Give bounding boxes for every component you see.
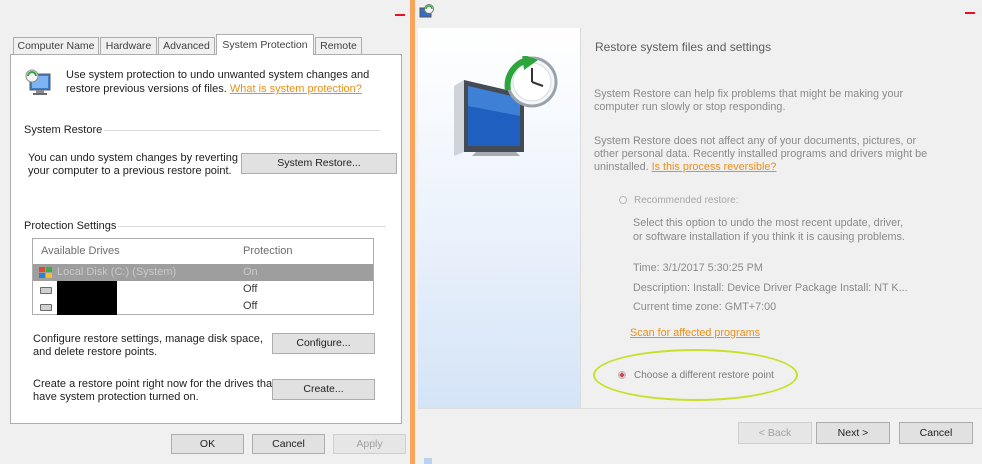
apply-button[interactable]: Apply: [333, 434, 406, 454]
taskbar-fragment: [424, 458, 432, 464]
system-restore-heading: System Restore: [24, 124, 103, 136]
configure-desc-2: and delete restore points.: [33, 346, 158, 358]
intro-paragraph-1b: computer run slowly or stop responding.: [594, 101, 786, 113]
configure-button[interactable]: Configure...: [272, 333, 375, 354]
back-button[interactable]: < Back: [738, 422, 812, 444]
tab-advanced[interactable]: Advanced: [158, 37, 215, 54]
next-button[interactable]: Next >: [816, 422, 890, 444]
scan-affected-programs-link[interactable]: Scan for affected programs: [630, 327, 760, 340]
recommended-restore-radio[interactable]: [619, 196, 627, 204]
system-restore-desc-1: You can undo system changes by reverting: [28, 152, 238, 164]
intro-text-2: restore previous versions of files.: [66, 83, 227, 95]
drive-row[interactable]: Local Disk (C:) (System) On: [33, 264, 373, 281]
intro-text-1: Use system protection to undo unwanted s…: [66, 69, 370, 81]
current-time-zone: Current time zone: GMT+7:00: [633, 301, 777, 313]
cancel-button[interactable]: Cancel: [899, 422, 973, 444]
intro-paragraph-1: System Restore can help fix problems tha…: [594, 88, 904, 100]
protection-settings-heading: Protection Settings: [24, 220, 117, 232]
drive-row[interactable]: Off: [33, 281, 373, 298]
redacted-drive-name: [57, 281, 117, 298]
different-restore-point-label[interactable]: Choose a different restore point: [634, 369, 774, 382]
drive-protection: Off: [243, 283, 258, 295]
tab-computer-name[interactable]: Computer Name: [13, 37, 99, 54]
divider: [118, 226, 386, 227]
tab-remote[interactable]: Remote: [315, 37, 362, 54]
close-button[interactable]: [395, 14, 405, 16]
ok-button[interactable]: OK: [171, 434, 244, 454]
system-properties-window: Computer Name Hardware Advanced System P…: [0, 0, 416, 464]
tab-system-protection[interactable]: System Protection: [216, 34, 314, 55]
tab-hardware[interactable]: Hardware: [100, 37, 157, 54]
is-process-reversible-link[interactable]: Is this process reversible?: [652, 161, 777, 173]
create-button[interactable]: Create...: [272, 379, 375, 400]
page-title: Restore system files and settings: [595, 40, 772, 54]
recommended-desc-1: Select this option to undo the most rece…: [633, 217, 904, 229]
system-restore-app-icon: [419, 4, 435, 20]
wizard-footer: < Back Next > Cancel: [418, 408, 982, 464]
restore-time: Time: 3/1/2017 5:30:25 PM: [633, 262, 763, 274]
redacted-drive-name: [57, 298, 117, 315]
drive-list[interactable]: Available Drives Protection Local Disk (…: [32, 238, 374, 315]
what-is-system-protection-link[interactable]: What is system protection?: [230, 83, 362, 95]
system-restore-button[interactable]: System Restore...: [241, 153, 397, 174]
drive-icon: [40, 287, 52, 294]
recommended-restore-label[interactable]: Recommended restore:: [634, 194, 739, 207]
drive-protection: On: [243, 266, 258, 278]
wizard-sidebar: [418, 28, 581, 408]
drive-name: Local Disk (C:) (System): [57, 266, 177, 278]
system-restore-desc-2: your computer to a previous restore poin…: [28, 165, 232, 177]
system-restore-illustration-icon: [446, 54, 562, 156]
create-desc-1: Create a restore point right now for the…: [33, 378, 276, 390]
column-available-drives[interactable]: Available Drives: [41, 245, 120, 257]
drive-protection: Off: [243, 300, 258, 312]
column-protection[interactable]: Protection: [243, 245, 293, 257]
configure-desc-1: Configure restore settings, manage disk …: [33, 333, 263, 345]
close-button[interactable]: [965, 12, 975, 14]
title-bar: [0, 0, 410, 28]
restore-description: Description: Install: Device Driver Pack…: [633, 282, 908, 294]
wizard-content: Restore system files and settings System…: [582, 28, 982, 408]
divider: [104, 130, 380, 131]
system-restore-window: Restore system files and settings System…: [412, 0, 982, 464]
drive-row[interactable]: Off: [33, 298, 373, 315]
recommended-desc-2: or software installation if you think it…: [633, 231, 905, 243]
cancel-button[interactable]: Cancel: [252, 434, 325, 454]
intro-paragraph-2b: other personal data. Recently installed …: [594, 148, 928, 160]
create-desc-2: have system protection turned on.: [33, 391, 199, 403]
different-restore-point-radio[interactable]: [618, 371, 626, 379]
intro-paragraph-2c: uninstalled.: [594, 161, 649, 173]
system-protection-icon: [24, 68, 58, 100]
intro-paragraph-2: System Restore does not affect any of yo…: [594, 135, 917, 147]
drive-icon: [40, 304, 52, 311]
system-drive-icon: [39, 267, 52, 278]
